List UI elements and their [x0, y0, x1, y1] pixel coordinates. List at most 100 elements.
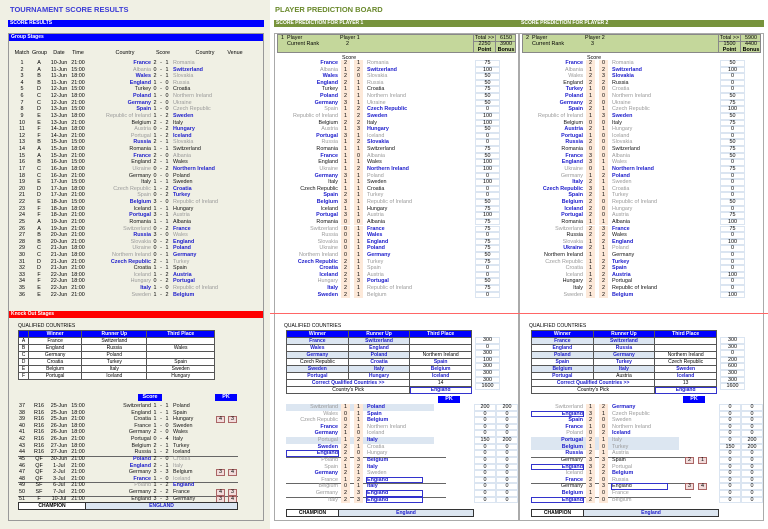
- away-score-input[interactable]: 2: [599, 291, 608, 299]
- away-score-input[interactable]: 2: [599, 66, 608, 74]
- qualified-team-input[interactable]: Russia: [592, 344, 656, 352]
- away-score-input[interactable]: 1: [354, 146, 363, 153]
- home-score-input[interactable]: 2: [586, 179, 595, 186]
- qualified-team-input[interactable]: Germany: [592, 351, 656, 359]
- away-score-input[interactable]: 2: [354, 139, 363, 147]
- home-score-input[interactable]: 2: [586, 450, 595, 457]
- away-score-input[interactable]: 3: [354, 278, 363, 286]
- away-score-input[interactable]: 0: [599, 205, 608, 213]
- home-score-input[interactable]: 1: [341, 86, 350, 94]
- qualified-team-input[interactable]: [409, 344, 472, 352]
- qualified-team-input[interactable]: Switzerland: [347, 337, 411, 345]
- match-row[interactable]: 28 B 20-Jun 21:00 Slovakia 0-2 England: [0, 239, 268, 246]
- away-score-input[interactable]: 1: [599, 192, 608, 199]
- home-score-input[interactable]: 2: [586, 245, 595, 252]
- home-score-input[interactable]: 1: [586, 112, 595, 120]
- home-score-input[interactable]: 3: [586, 159, 595, 166]
- away-score-input[interactable]: 3: [354, 456, 363, 464]
- away-score-input[interactable]: 1: [599, 245, 608, 252]
- match-row[interactable]: 30 C 21-Jun 18:00 Northern Ireland 0-1 Germany: [0, 252, 268, 259]
- ko-match-row[interactable]: 44 R16 27-Jun 21:00 Russia 1-2 Iceland: [0, 449, 268, 456]
- away-score-input[interactable]: 1: [354, 60, 363, 67]
- qualified-team-input[interactable]: Turkey: [592, 358, 656, 366]
- away-score-input[interactable]: 0: [599, 476, 608, 484]
- home-score-input[interactable]: 3: [586, 410, 595, 418]
- home-score-input[interactable]: 1: [586, 172, 595, 180]
- away-score-input[interactable]: 2: [599, 265, 608, 272]
- away-score-input[interactable]: 2: [354, 66, 363, 74]
- away-score-input[interactable]: 1: [354, 404, 363, 411]
- home-score-input[interactable]: 1: [341, 66, 350, 74]
- home-score-input[interactable]: 1: [341, 463, 350, 471]
- away-score-input[interactable]: 0: [354, 73, 363, 80]
- home-score-input[interactable]: 3: [341, 132, 350, 140]
- away-score-input[interactable]: 0: [599, 417, 608, 424]
- home-score-input[interactable]: 2: [341, 490, 350, 497]
- away-score-input[interactable]: 0: [599, 496, 608, 504]
- home-score-input[interactable]: 2: [586, 476, 595, 484]
- away-score-input[interactable]: 1: [354, 238, 363, 246]
- home-score-input[interactable]: 1: [341, 152, 350, 160]
- away-score-input[interactable]: 1: [354, 159, 363, 166]
- away-score-input[interactable]: 1: [354, 443, 363, 451]
- home-score-input[interactable]: 2: [341, 456, 350, 464]
- away-score-input[interactable]: 1: [354, 86, 363, 94]
- qualified-team-input[interactable]: Spain: [409, 358, 472, 366]
- home-score-input[interactable]: 1: [341, 179, 350, 186]
- away-score-input[interactable]: 1: [354, 99, 363, 107]
- match-row[interactable]: 27 B 20-Jun 21:00 Russia 3-0 Wales: [0, 232, 268, 239]
- qualified-team-input[interactable]: Wales: [286, 344, 349, 352]
- match-row[interactable]: 15 A 15-Jun 21:00 France 2-0 Albania: [0, 153, 268, 160]
- away-score-input[interactable]: 2: [354, 112, 363, 120]
- qualified-team-input[interactable]: Croatia: [347, 358, 411, 366]
- home-score-input[interactable]: 1: [341, 476, 350, 484]
- home-score-input[interactable]: 2: [586, 73, 595, 80]
- away-score-input[interactable]: 3: [599, 225, 608, 233]
- match-row[interactable]: 24 F 18-Jun 21:00 Portugal 3-1 Austria: [0, 212, 268, 219]
- home-score-input[interactable]: 2: [341, 60, 350, 67]
- match-row[interactable]: 31 D 21-Jun 21:00 Czech Republic 2-1 Turkey: [0, 259, 268, 266]
- home-score-input[interactable]: 2: [341, 73, 350, 80]
- qualified-team-input[interactable]: France: [286, 337, 349, 345]
- away-score-input[interactable]: 1: [354, 265, 363, 272]
- home-score-input[interactable]: 1: [586, 423, 595, 431]
- home-score-input[interactable]: 0: [341, 238, 350, 246]
- away-score-input[interactable]: 2: [599, 172, 608, 180]
- home-score-input[interactable]: 1: [341, 205, 350, 213]
- away-score-input[interactable]: 3: [599, 483, 608, 491]
- home-score-input[interactable]: 1: [586, 443, 595, 451]
- away-score-input[interactable]: 2: [599, 79, 608, 87]
- match-row[interactable]: 29 C 21-Jun 18:00 Ukraine 0-1 Poland: [0, 245, 268, 252]
- qualified-team-input[interactable]: Portugal: [531, 372, 594, 380]
- home-score-input[interactable]: 2: [341, 278, 350, 286]
- qualified-team-input[interactable]: Czech Republic: [286, 358, 349, 366]
- away-score-input[interactable]: 1: [354, 470, 363, 477]
- qualified-team-input[interactable]: Poland: [347, 351, 411, 359]
- qualified-team-input[interactable]: England: [347, 344, 411, 352]
- match-row[interactable]: 14 A 15-Jun 18:00 Romania 1-1 Switzerland: [0, 146, 268, 153]
- home-score-input[interactable]: 2: [341, 93, 350, 100]
- home-score-input[interactable]: 1: [586, 238, 595, 246]
- away-score-input[interactable]: 1: [354, 225, 363, 233]
- match-row[interactable]: 16 B 16-Jun 15:00 England 2-1 Wales: [0, 159, 268, 166]
- home-score-input[interactable]: 3: [586, 185, 595, 193]
- away-score-input[interactable]: 1: [354, 185, 363, 193]
- away-score-input[interactable]: 2: [599, 258, 608, 266]
- match-row[interactable]: 5 D 12-Jun 15:00 Turkey 0-0 Croatia: [0, 86, 268, 93]
- home-score-input[interactable]: 1: [586, 265, 595, 272]
- away-score-input[interactable]: 1: [354, 212, 363, 219]
- home-score-input[interactable]: 1: [586, 132, 595, 140]
- home-score-input[interactable]: 0: [341, 225, 350, 233]
- qualified-team-input[interactable]: Germany: [286, 351, 349, 359]
- champion-input[interactable]: England: [584, 510, 718, 516]
- qualified-team-input[interactable]: France: [531, 337, 594, 345]
- qualified-team-input[interactable]: Italy: [347, 365, 411, 373]
- away-score-input[interactable]: 1: [354, 245, 363, 252]
- home-score-input[interactable]: 1: [586, 218, 595, 226]
- away-score-input[interactable]: 1: [354, 258, 363, 266]
- away-score-input[interactable]: 3: [354, 496, 363, 504]
- home-score-input[interactable]: 3: [586, 483, 595, 491]
- away-score-input[interactable]: 0: [599, 139, 608, 147]
- away-score-input[interactable]: 1: [599, 410, 608, 418]
- qualified-team-input[interactable]: Belgium: [409, 365, 472, 373]
